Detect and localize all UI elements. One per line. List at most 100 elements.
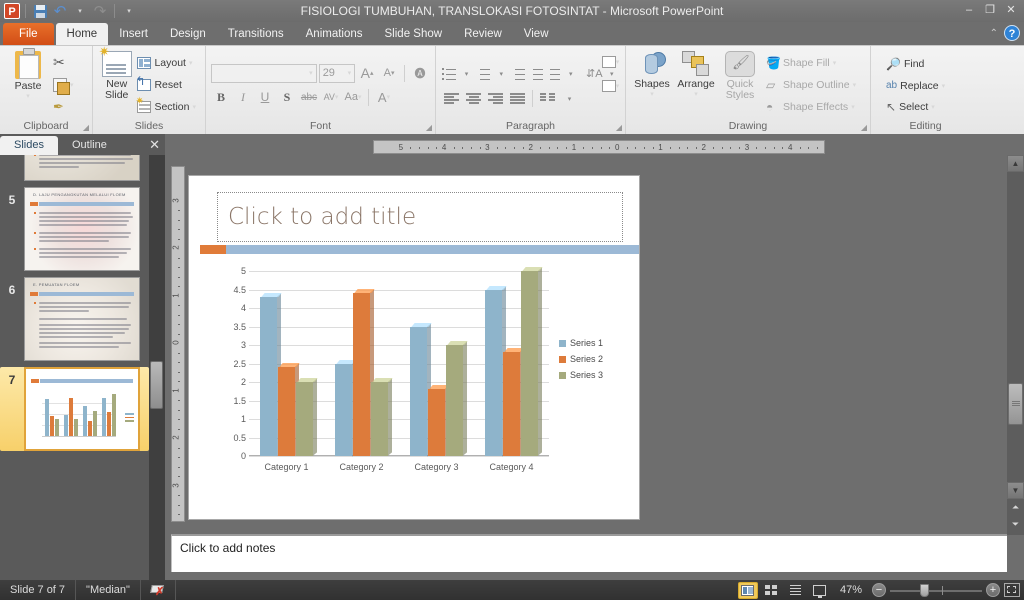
character-spacing-button[interactable]: AV ▾ xyxy=(321,87,341,107)
clipboard-dialog-launcher[interactable]: ◢ xyxy=(83,123,89,132)
chart-bar[interactable] xyxy=(335,359,357,456)
undo-button[interactable]: ↶ xyxy=(51,2,69,20)
slide-thumbnail[interactable]: E. PEMUATAN FLOEM xyxy=(24,277,140,361)
normal-view-button[interactable] xyxy=(737,581,758,599)
chart-bar[interactable] xyxy=(296,378,318,456)
chart-object[interactable]: 0 0.5 1 1.5 2 2.5 3 3.5 4 4.5 5 Category 1 Category… xyxy=(211,266,626,491)
spell-check-button[interactable]: ✗ xyxy=(141,580,176,600)
center-button[interactable] xyxy=(463,89,484,109)
notes-pane[interactable]: Click to add notes xyxy=(171,534,1007,572)
bullets-dropdown[interactable]: ▾ xyxy=(458,64,474,84)
align-left-button[interactable] xyxy=(441,89,462,109)
tab-transitions[interactable]: Transitions xyxy=(217,23,295,45)
list-item[interactable]: 4 C. MEKANISME PENGANGKUTAN MELALUI FLOE… xyxy=(0,155,149,181)
shape-effects-button[interactable]: ◓ Shape Effects ▾ xyxy=(764,97,860,117)
theme-name[interactable]: "Median" xyxy=(76,580,141,600)
quick-styles-button[interactable]: Quick Styles xyxy=(719,49,761,117)
decrease-indent-button[interactable] xyxy=(511,64,527,84)
cut-button[interactable]: ✂ xyxy=(51,53,78,73)
font-size-input[interactable]: 29 ▾ xyxy=(318,63,356,83)
chart-bar[interactable] xyxy=(260,292,282,456)
reading-view-button[interactable] xyxy=(786,582,806,599)
scrollbar-thumb[interactable] xyxy=(1008,383,1023,425)
increase-indent-button[interactable] xyxy=(528,64,544,84)
undo-dropdown[interactable]: ▾ xyxy=(71,2,89,20)
list-item[interactable]: 6 E. PEMUATAN FLOEM xyxy=(0,277,149,361)
line-spacing-dropdown[interactable]: ▾ xyxy=(563,64,579,84)
chart-bar[interactable] xyxy=(278,363,300,456)
convert-to-smartart-button[interactable]: ▾ xyxy=(600,76,621,96)
tab-file[interactable]: File xyxy=(3,23,54,45)
collapse-ribbon-button[interactable]: ⌃ xyxy=(990,28,998,39)
new-slide-button[interactable]: New Slide xyxy=(98,44,135,117)
chart-bar[interactable] xyxy=(410,322,432,456)
tab-view[interactable]: View xyxy=(513,23,560,45)
columns-dropdown[interactable]: ▾ xyxy=(559,89,580,109)
paragraph-dialog-launcher[interactable]: ◢ xyxy=(616,123,622,132)
previous-slide-button[interactable]: ⏶ xyxy=(1007,499,1024,516)
reset-button[interactable]: Reset xyxy=(135,74,200,95)
tab-slide-show[interactable]: Slide Show xyxy=(374,23,454,45)
zoom-out-button[interactable]: − xyxy=(872,583,886,597)
zoom-in-button[interactable]: + xyxy=(986,583,1000,597)
title-placeholder[interactable]: Click to add title xyxy=(217,192,623,242)
tab-review[interactable]: Review xyxy=(453,23,513,45)
slide-canvas[interactable]: Click to add title 0 0.5 1 1.5 2 2.5 3 3.5 4 4.5 5… xyxy=(189,176,639,519)
zoom-level[interactable]: 47% xyxy=(834,584,868,596)
chart-bar[interactable] xyxy=(353,289,375,456)
select-button[interactable]: ↖ Select ▾ xyxy=(884,97,949,117)
slide-vertical-scrollbar[interactable]: ▲ ▼ ⏶ ⏷ xyxy=(1007,155,1024,535)
scroll-up-button[interactable]: ▲ xyxy=(1007,155,1024,172)
close-button[interactable]: ✕ xyxy=(1002,2,1020,17)
italic-button[interactable]: I xyxy=(233,87,253,107)
restore-button[interactable]: ❐ xyxy=(981,2,999,17)
zoom-slider-handle[interactable] xyxy=(920,584,929,597)
columns-button[interactable] xyxy=(537,89,558,109)
shape-outline-button[interactable]: ▱ Shape Outline ▾ xyxy=(764,75,860,95)
shape-fill-button[interactable]: 🪣 Shape Fill ▾ xyxy=(764,53,860,73)
tab-animations[interactable]: Animations xyxy=(295,23,374,45)
chart-bar[interactable] xyxy=(446,341,468,456)
fit-slide-to-window-button[interactable] xyxy=(1004,583,1020,597)
slide-sorter-button[interactable] xyxy=(762,582,782,599)
layout-button[interactable]: Layout ▾ xyxy=(135,53,200,73)
arrange-button[interactable]: Arrange ▾ xyxy=(673,49,719,117)
drawing-dialog-launcher[interactable]: ◢ xyxy=(861,123,867,132)
chart-bar[interactable] xyxy=(521,267,543,456)
next-slide-button[interactable]: ⏷ xyxy=(1007,516,1024,533)
powerpoint-logo-icon[interactable]: P xyxy=(4,3,20,19)
paste-button[interactable]: Paste ▾ xyxy=(5,48,51,117)
pane-scrollbar[interactable] xyxy=(149,155,165,580)
tab-design[interactable]: Design xyxy=(159,23,217,45)
bold-button[interactable]: B xyxy=(211,87,231,107)
slide-thumbnail[interactable]: D. LAJU PENGANGKUTAN MELALUI FLOEM xyxy=(24,187,140,271)
bullets-button[interactable] xyxy=(441,64,457,84)
slide-thumbnail-list[interactable]: 4 C. MEKANISME PENGANGKUTAN MELALUI FLOE… xyxy=(0,155,149,580)
tab-home[interactable]: Home xyxy=(55,23,109,45)
redo-button[interactable]: ↷ xyxy=(91,2,109,20)
numbering-dropdown[interactable]: ▾ xyxy=(493,64,509,84)
align-right-button[interactable] xyxy=(485,89,506,109)
underline-button[interactable]: U xyxy=(255,87,275,107)
clear-formatting-button[interactable]: 🅐 xyxy=(410,63,430,83)
text-shadow-button[interactable]: S xyxy=(277,87,297,107)
numbering-button[interactable] xyxy=(476,64,492,84)
copy-button[interactable]: ▾ xyxy=(51,75,78,95)
close-pane-button[interactable]: ✕ xyxy=(149,137,160,153)
change-case-button[interactable]: Aa ▾ xyxy=(343,87,363,107)
shapes-button[interactable]: Shapes ▾ xyxy=(631,49,673,117)
grow-font-button[interactable]: A ▴ xyxy=(357,63,377,83)
font-color-button[interactable]: A ▾ xyxy=(374,87,394,107)
replace-button[interactable]: ab Replace ▾ xyxy=(884,76,949,96)
customize-qat-button[interactable]: ▾ xyxy=(120,2,138,20)
chart-bar[interactable] xyxy=(485,285,507,456)
font-name-input[interactable]: ▾ xyxy=(211,63,317,83)
strikethrough-button[interactable]: abc xyxy=(299,87,319,107)
chart-bar[interactable] xyxy=(503,348,525,456)
tab-insert[interactable]: Insert xyxy=(108,23,159,45)
find-button[interactable]: 🔎 Find xyxy=(884,54,949,74)
list-item-selected[interactable]: 7 xyxy=(0,367,149,451)
save-button[interactable] xyxy=(31,2,49,20)
chart-bar[interactable] xyxy=(428,385,450,456)
scroll-down-button[interactable]: ▼ xyxy=(1007,482,1024,499)
